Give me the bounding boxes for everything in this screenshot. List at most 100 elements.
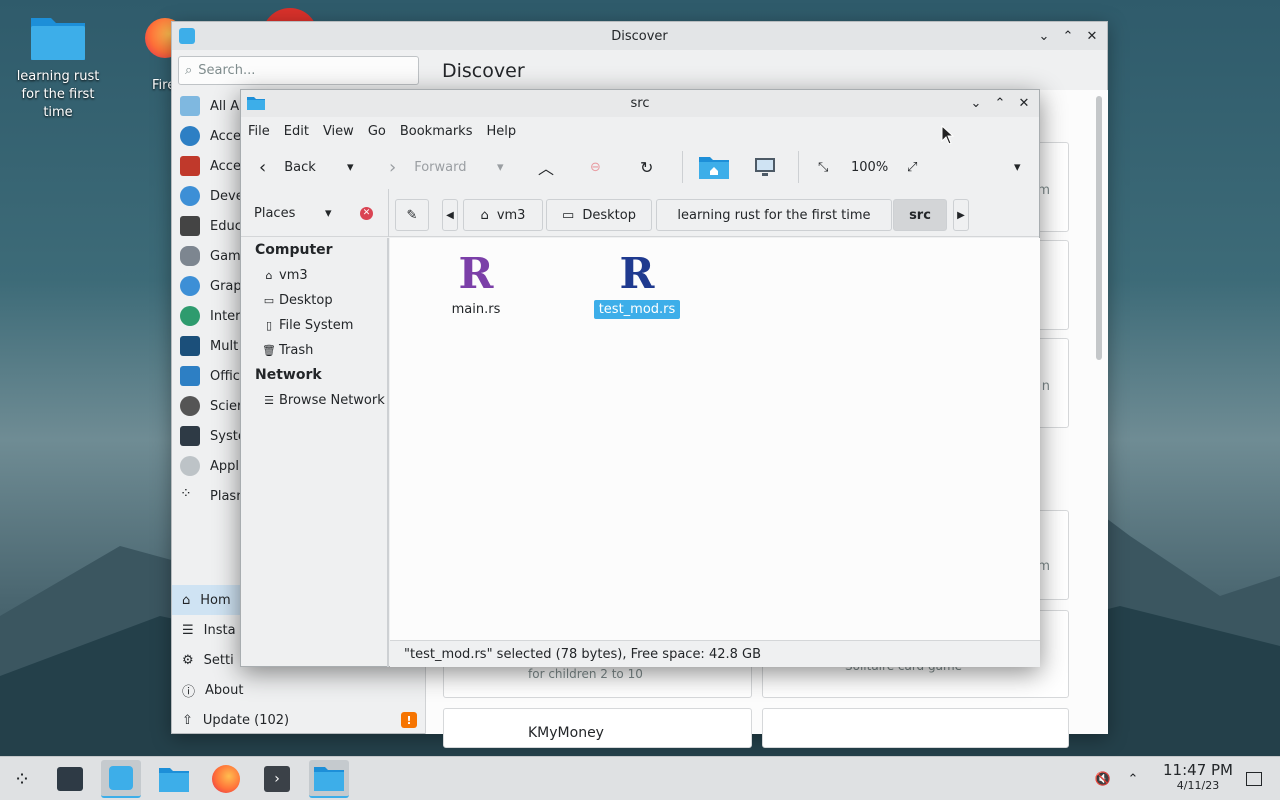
category-education[interactable]: Educ	[180, 214, 242, 238]
zoom-out-button[interactable]: ⤡	[818, 145, 828, 189]
application-launcher[interactable]: ⁘	[2, 760, 42, 798]
clock[interactable]: 11:47 PM 4/11/23	[1163, 761, 1233, 792]
menu-edit[interactable]: Edit	[284, 124, 317, 139]
places-item-filesystem[interactable]: ▯ File System	[263, 318, 353, 333]
menu-bookmarks[interactable]: Bookmarks	[400, 124, 481, 139]
task-dolphin-active[interactable]	[309, 760, 349, 798]
category-development[interactable]: Deve	[180, 184, 244, 208]
category-games[interactable]: Gam	[180, 244, 241, 268]
category-graphics[interactable]: Grap	[180, 274, 242, 298]
stop-button[interactable]: ⊖	[590, 145, 601, 189]
places-item-browse-network[interactable]: ☰ Browse Network	[263, 393, 385, 408]
close-icon[interactable]: ✕	[1085, 29, 1099, 44]
forward-history-dropdown[interactable]: ▾	[497, 145, 504, 189]
reload-button[interactable]: ↻	[640, 145, 653, 189]
pencil-icon: ✎	[406, 207, 418, 223]
mouse-cursor-icon	[941, 125, 955, 145]
zoom-level[interactable]: 100%	[851, 145, 888, 189]
places-item-vm3[interactable]: ⌂ vm3	[263, 268, 308, 283]
desktop-folder[interactable]: learning rust for the first time	[6, 12, 110, 122]
multimedia-icon	[180, 336, 200, 356]
minimize-icon[interactable]: ⌄	[1037, 29, 1051, 44]
close-panel-icon[interactable]: ✕	[360, 206, 373, 220]
places-item-trash[interactable]: 🗑 Trash	[262, 343, 313, 358]
nav-update[interactable]: ⇧ Update (102) !	[172, 705, 425, 735]
file-view[interactable]: R main.rs R test_mod.rs	[390, 238, 1040, 640]
toolbar-separator	[682, 151, 683, 183]
task-firefox[interactable]	[206, 760, 246, 798]
zoom-in-button[interactable]: ⤢	[907, 145, 917, 189]
edit-location-button[interactable]: ✎	[395, 199, 429, 231]
update-icon: ⇧	[182, 712, 193, 728]
breadcrumb-learning-rust[interactable]: learning rust for the first time	[656, 199, 892, 231]
dropdown-arrow-icon[interactable]: ▾	[325, 206, 332, 221]
category-plasma[interactable]: ⁘ Plasn	[180, 484, 244, 508]
home-button[interactable]	[699, 145, 729, 189]
search-placeholder: Search...	[198, 63, 256, 78]
breadcrumb-src[interactable]: src	[893, 199, 947, 231]
app-card-kmymoney[interactable]: KMyMoney	[443, 708, 752, 748]
places-item-desktop[interactable]: ▭ Desktop	[263, 293, 333, 308]
computer-button[interactable]	[754, 145, 776, 189]
dolphin-titlebar[interactable]: src ⌄ ⌃ ✕	[241, 90, 1039, 117]
location-bar: Places ▾ ✕ ✎ ◀ ⌂ vm3 ▭ Desktop learning ru…	[241, 189, 1039, 237]
category-applications[interactable]: Appli	[180, 454, 243, 478]
show-desktop-button[interactable]	[1236, 760, 1272, 798]
file-item-test-mod-rs[interactable]: R test_mod.rs	[587, 252, 687, 319]
category-accessibility[interactable]: Acce	[180, 124, 241, 148]
scroll-right-button[interactable]: ▶	[953, 199, 969, 231]
reload-icon: ↻	[640, 157, 654, 177]
status-text: "test_mod.rs" selected (78 bytes), Free …	[404, 646, 762, 662]
graphics-icon	[180, 276, 200, 296]
trash-icon: 🗑	[262, 344, 276, 357]
system-settings-icon	[57, 767, 83, 791]
category-internet[interactable]: Inter	[180, 304, 241, 328]
places-header[interactable]: Places ▾ ✕	[241, 189, 389, 237]
category-accessories[interactable]: Acce	[180, 154, 241, 178]
desktop-icon: ▭	[263, 294, 275, 307]
maximize-icon[interactable]: ⌃	[1061, 29, 1075, 44]
forward-button[interactable]: › Forward	[389, 145, 466, 189]
breadcrumb-vm3[interactable]: ⌂ vm3	[463, 199, 543, 231]
category-science[interactable]: Scier	[180, 394, 242, 418]
accessibility-icon	[180, 126, 200, 146]
scrollbar[interactable]	[1096, 96, 1102, 360]
menu-file[interactable]: File	[248, 124, 278, 139]
category-office[interactable]: Offic	[180, 364, 240, 388]
category-system[interactable]: Syste	[180, 424, 246, 448]
app-card[interactable]	[762, 708, 1069, 748]
nav-about[interactable]: ⓘ About	[172, 675, 425, 705]
show-desktop-icon	[1246, 772, 1262, 786]
search-input[interactable]: ⌕ Search...	[178, 56, 419, 85]
list-icon: ☰	[182, 622, 194, 638]
file-item-main-rs[interactable]: R main.rs	[426, 252, 526, 319]
task-discover[interactable]	[101, 760, 141, 798]
scroll-left-button[interactable]: ◀	[442, 199, 458, 231]
minimize-icon[interactable]: ⌄	[969, 96, 983, 111]
menu-view[interactable]: View	[323, 124, 362, 139]
maximize-icon[interactable]: ⌃	[993, 96, 1007, 111]
discover-titlebar[interactable]: Discover ⌄ ⌃ ✕	[172, 22, 1107, 50]
task-settings[interactable]	[50, 760, 90, 798]
back-history-dropdown[interactable]: ▾	[347, 145, 354, 189]
gamepad-icon	[180, 246, 200, 266]
menu-help[interactable]: Help	[486, 124, 524, 139]
toolbar-overflow-menu[interactable]: ▾	[1014, 145, 1021, 189]
up-button[interactable]: ︿	[538, 145, 554, 189]
info-icon: ⓘ	[182, 684, 196, 700]
task-dolphin[interactable]	[154, 760, 194, 798]
page-title: Discover	[442, 60, 525, 82]
category-multimedia[interactable]: Mult	[180, 334, 238, 358]
back-button[interactable]: ‹ Back	[259, 145, 316, 189]
task-terminal[interactable]: ›	[257, 760, 297, 798]
folder-icon	[159, 768, 189, 792]
category-all[interactable]: All Ap	[180, 94, 247, 118]
breadcrumb-desktop[interactable]: ▭ Desktop	[546, 199, 652, 231]
settings-icon: ⚙	[182, 652, 194, 668]
status-bar: "test_mod.rs" selected (78 bytes), Free …	[390, 640, 1040, 667]
tray-expand-button[interactable]: ⌃	[1116, 760, 1150, 798]
menu-go[interactable]: Go	[368, 124, 394, 139]
close-icon[interactable]: ✕	[1017, 96, 1031, 111]
file-name: main.rs	[451, 302, 501, 317]
file-name-selected: test_mod.rs	[593, 300, 681, 319]
